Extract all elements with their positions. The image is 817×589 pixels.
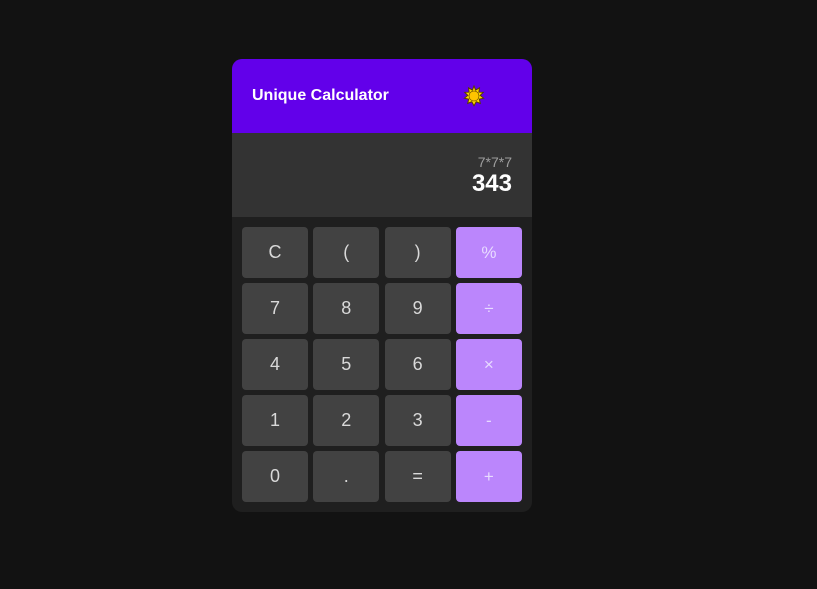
- percent-button[interactable]: %: [455, 227, 522, 278]
- digit-7-button[interactable]: 7: [242, 283, 308, 334]
- calculator-display: 7*7*7 343: [232, 133, 532, 217]
- digit-3-button[interactable]: 3: [384, 395, 451, 446]
- calculator: Unique Calculator 7*7*7 343 C()% 7 8 9 ÷ 4 5 6 ×…: [232, 59, 532, 512]
- equals-button[interactable]: =: [384, 451, 451, 502]
- keypad: C()% 7 8 9 ÷ 4 5 6 × 1 2 3- 0. = +: [242, 227, 522, 502]
- digit-6-button[interactable]: 6: [384, 339, 451, 390]
- app-title: Unique Calculator: [252, 87, 389, 104]
- decimal-button[interactable]: .: [313, 451, 380, 502]
- open-paren-button[interactable]: (: [313, 227, 380, 278]
- calculator-header: Unique Calculator: [232, 59, 532, 133]
- sun-icon: [463, 85, 485, 107]
- add-button[interactable]: +: [455, 451, 522, 502]
- digit-2-button[interactable]: 2: [313, 395, 380, 446]
- divide-button[interactable]: ÷: [455, 283, 522, 334]
- clear-button[interactable]: C: [242, 227, 308, 278]
- digit-5-button[interactable]: 5: [313, 339, 380, 390]
- close-paren-button[interactable]: ): [384, 227, 451, 278]
- digit-9-button[interactable]: 9: [384, 283, 451, 334]
- digit-8-button[interactable]: 8: [313, 283, 380, 334]
- expression-text: 7*7*7: [477, 154, 512, 170]
- result-text: 343: [471, 170, 512, 197]
- theme-toggle-button[interactable]: [456, 78, 492, 114]
- subtract-button[interactable]: -: [455, 395, 522, 446]
- multiply-button[interactable]: ×: [455, 339, 522, 390]
- digit-0-button[interactable]: 0: [242, 451, 308, 502]
- digit-1-button[interactable]: 1: [242, 395, 308, 446]
- digit-4-button[interactable]: 4: [242, 339, 308, 390]
